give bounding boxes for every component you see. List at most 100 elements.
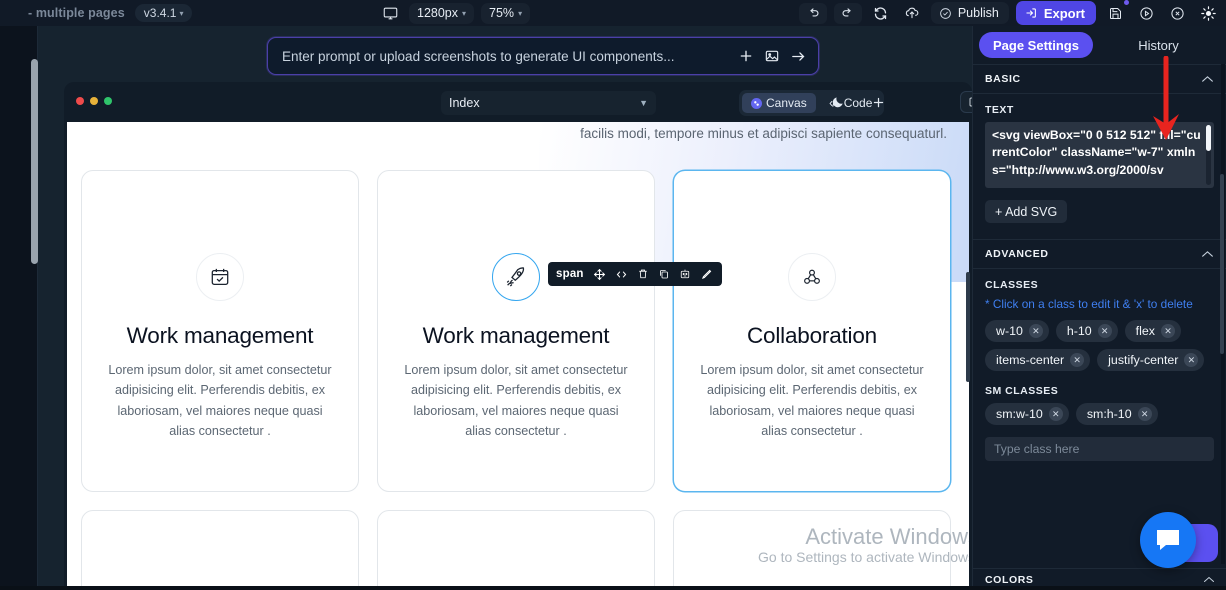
canvas-scrollbar-thumb[interactable] [966,272,970,382]
save-icon[interactable] [1103,0,1129,24]
chat-bubble-icon [1154,527,1182,553]
arrow-right-icon[interactable] [790,48,807,65]
import-button[interactable]: Import [960,91,972,113]
play-circle-icon[interactable] [1134,2,1158,24]
robot-icon[interactable] [679,268,691,280]
chevron-up-icon[interactable] [1203,576,1215,583]
section-header-advanced[interactable]: ADVANCED [973,239,1226,269]
refresh-icon[interactable] [869,2,893,24]
code-icon[interactable] [615,268,628,281]
export-label: Export [1043,5,1085,21]
moon-icon[interactable] [826,91,850,113]
feature-card-grid: Work management Lorem ipsum dolor, sit a… [81,170,953,587]
feature-card[interactable] [377,510,655,587]
rocket-icon[interactable] [492,253,540,301]
chat-fab[interactable] [1140,512,1196,568]
class-chip[interactable]: h-10 ✕ [1055,320,1118,342]
class-chip[interactable]: justify-center ✕ [1097,349,1205,371]
redo-icon[interactable] [833,2,862,24]
close-dot[interactable] [76,97,84,105]
x-icon[interactable]: ✕ [1160,324,1175,338]
sun-icon[interactable] [1196,2,1220,24]
network-nodes-icon[interactable] [788,253,836,301]
export-button[interactable]: Export [1015,1,1096,25]
image-icon[interactable] [764,48,780,64]
close-circle-icon[interactable] [1165,2,1189,24]
minimize-dot[interactable] [90,97,98,105]
panel-scrollbar-thumb[interactable] [1220,174,1224,354]
page-preview[interactable]: facilis modi, tempore minus et adipisci … [67,122,969,587]
prompt-placeholder: Enter prompt or upload screenshots to ge… [282,48,675,64]
maximize-dot[interactable] [104,97,112,105]
lead-paragraph: facilis modi, tempore minus et adipisci … [580,126,947,141]
feature-card[interactable] [673,510,951,587]
toolbar-center-group: 1280px ▾ 75% ▾ [378,0,531,26]
section-header-basic[interactable]: BASIC [973,64,1226,94]
add-svg-button[interactable]: + Add SVG [985,200,1068,223]
class-input-placeholder: Type class here [994,442,1080,456]
cloud-upload-icon[interactable] [900,2,924,24]
save-indicator-dot [1124,0,1129,5]
viewport-width-label: 1280px [417,6,459,20]
feature-card-body: Lorem ipsum dolor, sit amet consectetur … [700,363,924,439]
version-selector[interactable]: v3.4.1 ▾ [134,4,193,22]
x-icon[interactable]: ✕ [1097,324,1112,338]
section-advanced-label: ADVANCED [985,248,1049,260]
prompt-bar[interactable]: Enter prompt or upload screenshots to ge… [267,37,819,75]
chevron-down-icon: ▾ [518,8,523,18]
advanced-section-body: CLASSES * Click on a class to edit it & … [973,269,1226,469]
toolbar-left-group: - multiple pages v3.4.1 ▾ [0,4,193,22]
feature-card[interactable]: Work management Lorem ipsum dolor, sit a… [377,170,655,492]
class-chip[interactable]: flex ✕ [1124,320,1181,342]
sm-class-chip[interactable]: sm:w-10 ✕ [985,403,1069,425]
left-rail-scrollbar[interactable] [31,59,38,264]
zoom-selector[interactable]: 75% ▾ [481,2,531,24]
left-rail [0,26,38,590]
class-chip[interactable]: w-10 ✕ [985,320,1049,342]
chevron-up-icon[interactable] [1201,75,1214,83]
tab-history[interactable]: History [1097,32,1220,58]
right-panel: Page Settings History BASIC TEXT <svg vi… [972,26,1226,590]
sm-class-chip[interactable]: sm:h-10 ✕ [1075,403,1158,425]
chevron-down-icon: ▾ [462,8,467,18]
tab-page-settings[interactable]: Page Settings [979,32,1093,58]
canvas-icon [751,97,762,109]
pencil-icon[interactable] [700,268,713,281]
class-chip-label: h-10 [1066,324,1092,338]
undo-icon[interactable] [798,2,827,24]
feature-card[interactable]: Work management Lorem ipsum dolor, sit a… [81,170,359,492]
window-dots [76,97,112,105]
app-root: - multiple pages v3.4.1 ▾ 1280px ▾ 75% ▾ [0,0,1226,590]
x-icon[interactable]: ✕ [1028,324,1043,338]
page-select[interactable]: Index ▼ [441,91,656,115]
copy-icon[interactable] [658,268,670,280]
plus-icon[interactable] [866,91,890,113]
monitor-icon[interactable] [378,2,402,24]
x-icon[interactable]: ✕ [1070,353,1085,367]
element-tag-label: span [556,268,584,280]
plus-icon[interactable] [738,48,754,64]
class-chip[interactable]: items-center ✕ [985,349,1091,371]
class-input[interactable]: Type class here [985,437,1214,461]
top-toolbar: - multiple pages v3.4.1 ▾ 1280px ▾ 75% ▾ [0,0,1226,26]
classes-hint: * Click on a class to edit it & 'x' to d… [985,297,1193,311]
tab-canvas[interactable]: Canvas [742,93,816,113]
textarea-scrollbar-thumb[interactable] [1206,125,1211,151]
x-icon[interactable]: ✕ [1137,407,1152,421]
viewport-width-selector[interactable]: 1280px ▾ [409,2,475,24]
x-icon[interactable]: ✕ [1184,353,1199,367]
panel-scrollbar-track[interactable] [1220,64,1225,564]
trash-icon[interactable] [637,268,649,280]
canvas-scrollbar-track[interactable] [966,122,971,587]
calendar-check-icon[interactable] [196,253,244,301]
feature-card-selected[interactable]: Collaboration Lorem ipsum dolor, sit ame… [673,170,951,492]
publish-button[interactable]: Publish [930,2,1009,24]
feature-card[interactable] [81,510,359,587]
version-label: v3.4.1 [143,6,177,20]
chevron-up-icon[interactable] [1201,250,1214,258]
move-icon[interactable] [593,268,606,281]
x-icon[interactable]: ✕ [1048,407,1063,421]
svg-text-area[interactable]: <svg viewBox="0 0 512 512" fill="current… [985,122,1214,188]
sm-classes-chip-list: sm:w-10 ✕ sm:h-10 ✕ [985,403,1214,425]
chevron-down-icon: ▾ [179,8,184,18]
